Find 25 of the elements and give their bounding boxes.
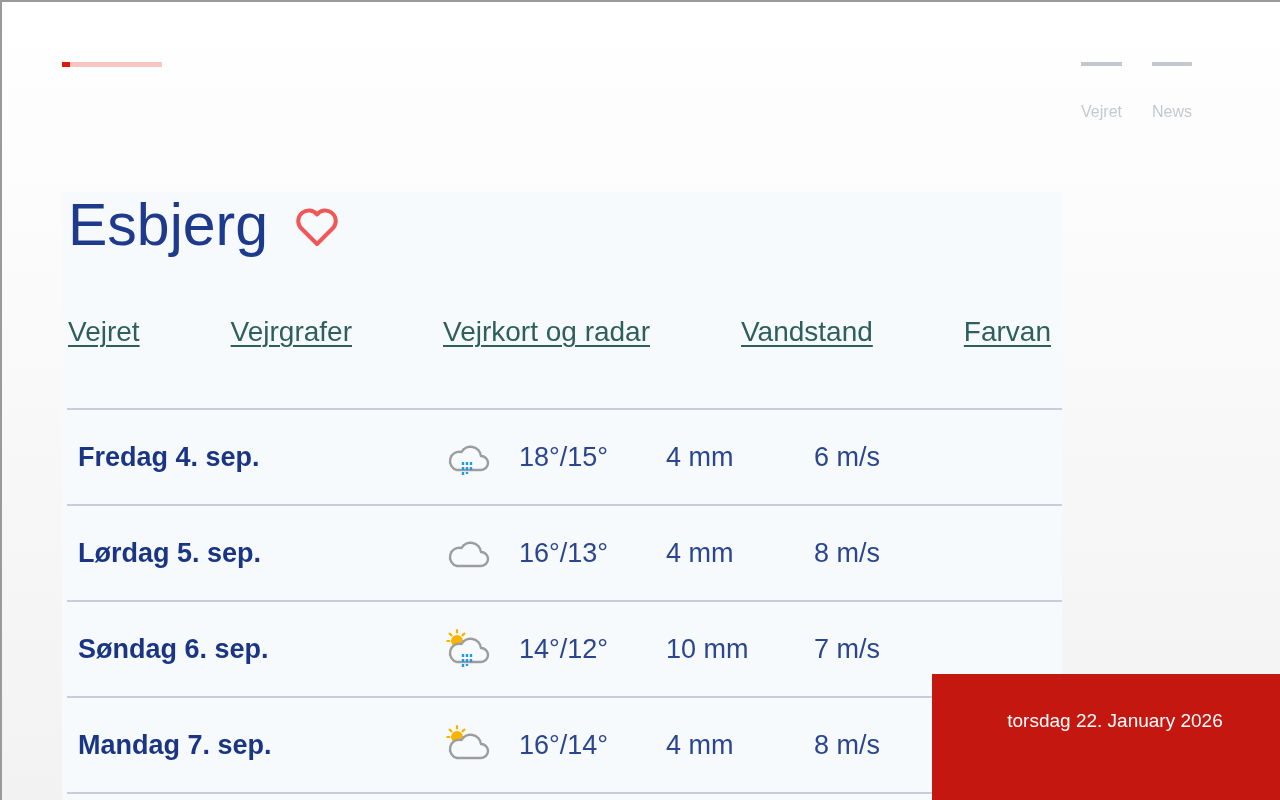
section-link[interactable]: Vejret	[68, 317, 140, 347]
temperature-text: 18°/15°	[519, 441, 609, 473]
day-label: Mandag 7. sep.	[78, 729, 272, 761]
temperature-text: 16°/14°	[519, 729, 609, 761]
precipitation-text: 4 mm	[666, 729, 734, 761]
city-title: Esbjerg	[68, 192, 269, 258]
precipitation-text: 4 mm	[666, 441, 734, 473]
section-link[interactable]: Farvan	[963, 317, 1051, 347]
precipitation-text: 10 mm	[666, 633, 749, 665]
section-link[interactable]: Vejrkort og radar	[443, 317, 650, 347]
wind-speed-text: 8 m/s	[814, 537, 880, 569]
wind-speed-text: 8 m/s	[814, 729, 880, 761]
date-text: torsdag 22. January 2026	[1007, 709, 1223, 733]
wind-speed-text: 6 m/s	[814, 441, 880, 473]
heart-icon[interactable]	[294, 206, 341, 248]
section-link[interactable]: Vandstand	[741, 317, 873, 347]
day-label: Lørdag 5. sep.	[78, 537, 262, 569]
temperature-text: 14°/12°	[519, 633, 609, 665]
temperature-text: 16°/13°	[519, 537, 609, 569]
section-link[interactable]: Vejrgrafer	[230, 317, 352, 347]
day-label: Fredag 4. sep.	[78, 441, 260, 473]
precipitation-text: 4 mm	[666, 537, 734, 569]
wind-speed-text: 7 m/s	[814, 633, 880, 665]
sun-cloud-rain-icon	[446, 629, 490, 669]
day-label: Søndag 6. sep.	[78, 633, 269, 665]
